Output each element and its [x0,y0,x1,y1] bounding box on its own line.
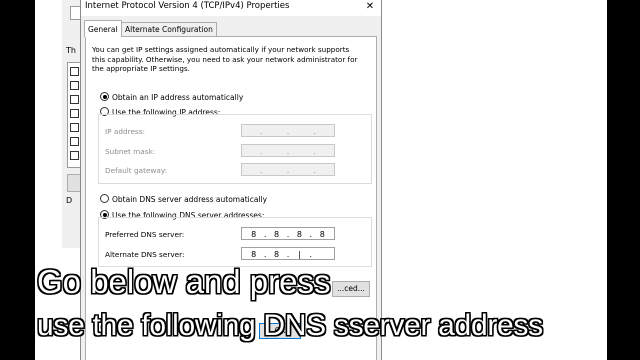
video-frame: Th D Internet Protocol Version 4 (TCP/IP… [0,0,640,360]
advanced-button[interactable]: ...ced... [332,281,370,297]
background-item-checkbox [70,95,79,104]
default-gateway-input: ... [241,163,335,176]
subnet-mask-label: Subnet mask: [105,147,156,156]
description-text: You can get IP settings assigned automat… [92,45,358,74]
caption-line-1: Go below and press [37,263,331,300]
obtain-ip-automatically-radio[interactable]: Obtain an IP address automatically [100,92,243,102]
radio-unselected-icon [100,194,109,203]
alternate-dns-input[interactable]: 8. 8. |. [241,247,335,260]
dialog-title: Internet Protocol Version 4 (TCP/IPv4) P… [85,1,290,11]
alternate-dns-label: Alternate DNS server: [105,250,185,259]
ip-address-group: IP address: ... Subnet mask: ... Default… [98,114,372,184]
radio-label: Obtain DNS server address automatically [112,195,268,204]
background-item-checkbox [70,67,79,76]
preferred-dns-input[interactable]: 8.8.8.8 [241,227,335,240]
default-gateway-label: Default gateway: [105,166,168,175]
tab-alternate-configuration[interactable]: Alternate Configuration [121,22,217,37]
background-label-fragment: Th [66,46,76,55]
background-item-checkbox [70,81,79,90]
ip-address-label: IP address: [105,127,145,136]
ipv4-properties-dialog: Internet Protocol Version 4 (TCP/IPv4) P… [80,0,382,360]
tab-general[interactable]: General [84,20,122,37]
radio-selected-icon [100,92,109,101]
background-item-checkbox [70,137,79,146]
background-item-checkbox [70,151,79,160]
subnet-mask-input: ... [241,144,335,157]
background-label-fragment-2: D [66,196,73,205]
dns-server-group: Preferred DNS server: 8.8.8.8 Alternate … [98,217,372,267]
close-button[interactable]: ✕ [359,0,381,16]
background-item-checkbox [70,123,79,132]
background-item-checkbox [70,109,79,118]
dialog-titlebar: Internet Protocol Version 4 (TCP/IPv4) P… [81,0,381,16]
ip-address-input: ... [241,124,335,137]
caption-line-2: use the following DNS sserver address [37,309,543,342]
preferred-dns-label: Preferred DNS server: [105,230,185,239]
radio-label: Obtain an IP address automatically [112,93,244,102]
obtain-dns-automatically-radio[interactable]: Obtain DNS server address automatically [100,194,267,204]
